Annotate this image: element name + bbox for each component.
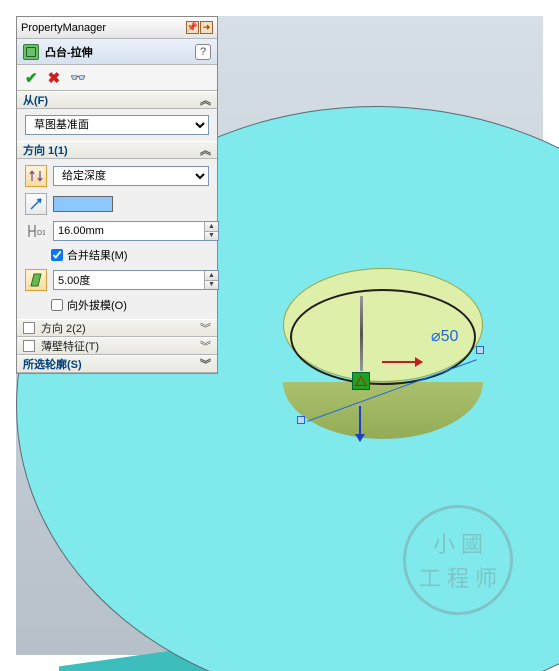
drag-shaft[interactable]	[360, 296, 363, 371]
extrude-feature-icon	[23, 44, 39, 60]
chevron-up-icon: ︽	[200, 92, 211, 108]
checkbox-icon[interactable]	[23, 340, 35, 352]
thin-feature-group-header[interactable]: 薄壁特征(T) ︾	[17, 337, 217, 355]
contours-group-header[interactable]: 所选轮廓(S) ︾	[17, 355, 217, 373]
merge-result-checkbox[interactable]: 合并结果(M)	[25, 247, 209, 263]
watermark: 小 國 工 程 师	[403, 505, 513, 615]
pm-title: PropertyManager	[21, 22, 106, 34]
pin-buttons: 📌 ➜	[186, 21, 213, 34]
origin-icon[interactable]	[352, 372, 370, 390]
checkbox-icon[interactable]	[23, 322, 35, 334]
property-manager-panel: PropertyManager 📌 ➜ 凸台-拉伸 ? ✔ ✖ 👓 从(F) ︽	[16, 16, 218, 374]
pin-icon[interactable]: 📌	[186, 21, 199, 34]
depth-icon: D1	[25, 223, 47, 239]
from-plane-select[interactable]: 草图基准面	[25, 115, 209, 135]
chevron-down-icon: ︾	[200, 356, 211, 372]
dim-handle[interactable]	[297, 416, 305, 424]
ok-button[interactable]: ✔	[25, 69, 38, 87]
dimension-label[interactable]: ⌀50	[431, 326, 458, 346]
detailed-preview-button[interactable]: 👓	[70, 70, 86, 86]
spin-down-icon[interactable]: ▼	[204, 232, 218, 241]
draft-angle-input[interactable]: ▲▼	[53, 270, 219, 290]
dim-handle[interactable]	[476, 346, 484, 354]
dir1-group-header[interactable]: 方向 1(1) ︽	[17, 141, 217, 159]
direction-vector-button[interactable]	[25, 193, 47, 215]
dir2-group-header[interactable]: 方向 2(2) ︾	[17, 319, 217, 337]
z-axis-arrow[interactable]	[359, 406, 361, 441]
draft-outward-checkbox[interactable]: 向外拔模(O)	[25, 297, 209, 313]
direction-selection-box[interactable]	[53, 196, 113, 212]
chevron-up-icon: ︽	[200, 142, 211, 158]
spin-up-icon[interactable]: ▲	[204, 271, 218, 281]
chevron-down-icon: ︾	[200, 338, 211, 354]
depth-input[interactable]: ▲▼	[53, 221, 219, 241]
x-axis-arrow[interactable]	[382, 361, 422, 363]
reverse-direction-button[interactable]	[25, 165, 47, 187]
end-condition-select[interactable]: 给定深度	[53, 166, 209, 186]
svg-text:D1: D1	[37, 230, 45, 237]
spin-up-icon[interactable]: ▲	[204, 222, 218, 232]
help-button[interactable]: ?	[195, 44, 211, 60]
spin-down-icon[interactable]: ▼	[204, 281, 218, 290]
arrow-icon[interactable]: ➜	[200, 21, 213, 34]
feature-name: 凸台-拉伸	[45, 44, 93, 60]
from-group-header[interactable]: 从(F) ︽	[17, 91, 217, 109]
chevron-down-icon: ︾	[200, 320, 211, 336]
draft-button[interactable]	[25, 269, 47, 291]
cancel-button[interactable]: ✖	[48, 69, 61, 87]
